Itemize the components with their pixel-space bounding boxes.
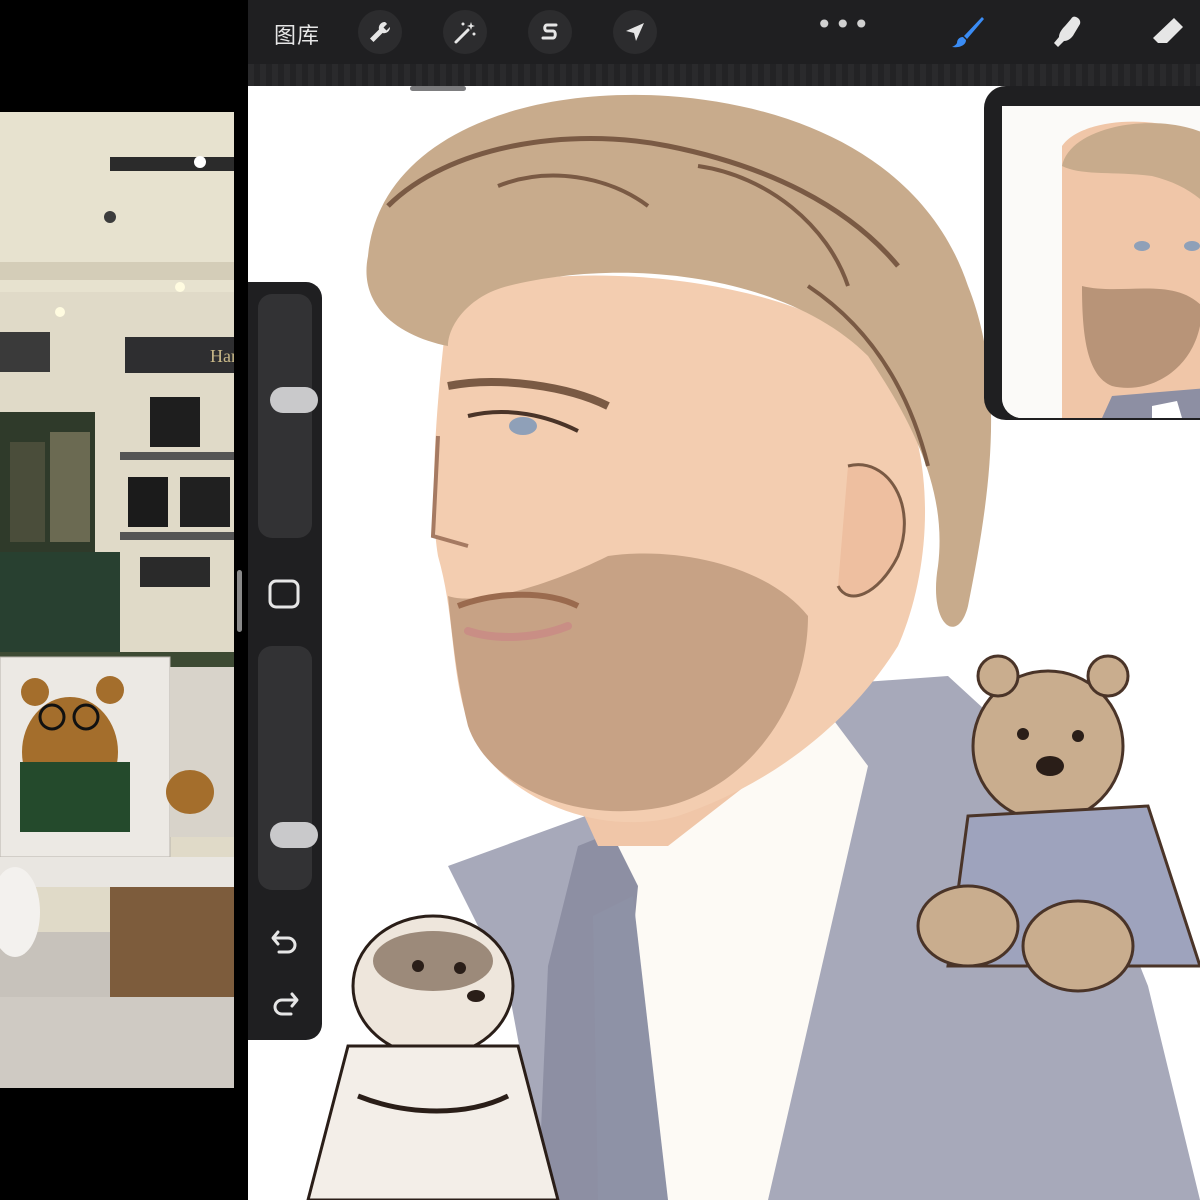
toolbar-separator [248,64,1200,86]
selection-button[interactable] [528,10,572,54]
more-options-button[interactable]: ••• [816,8,872,41]
transform-button[interactable] [613,10,657,54]
eraser-tool-button[interactable] [1148,12,1188,52]
brush-size-slider[interactable] [258,294,318,538]
reference-photo-pane: Har [0,112,234,1088]
gallery-button[interactable]: 图库 [274,18,320,50]
brush-tool-button[interactable] [948,12,988,52]
opacity-slider-knob[interactable] [270,821,318,848]
svg-text:Har: Har [210,346,234,366]
store-photo: Har [0,112,234,1088]
brush-size-slider-knob[interactable] [270,386,318,413]
magic-wand-icon [454,22,476,44]
arrow-cursor-icon [626,23,644,41]
selection-s-icon [541,23,558,40]
reference-thumbnail [1002,106,1200,418]
opacity-slider[interactable] [258,646,318,890]
top-toolbar: 图库 ••• [248,0,1200,64]
reference-window[interactable] [984,86,1200,420]
eraser-icon [1153,18,1183,43]
redo-button[interactable] [270,988,300,1018]
undo-arrow-icon [271,930,297,954]
actions-button[interactable] [358,10,402,54]
split-view-divider-handle[interactable] [237,570,242,632]
reference-window-grip[interactable] [410,86,466,91]
smudge-tool-button[interactable] [1048,12,1088,52]
wrench-icon [370,21,391,42]
undo-button[interactable] [270,926,300,956]
smudge-finger-icon [1054,16,1081,47]
redo-arrow-icon [273,992,299,1016]
adjustments-button[interactable] [443,10,487,54]
modify-button[interactable] [267,578,301,610]
procreate-app: 图库 ••• [248,0,1200,1200]
brush-icon [952,17,984,48]
square-icon [268,579,300,609]
left-sidebar [248,282,322,1040]
reference-image [1002,106,1200,418]
